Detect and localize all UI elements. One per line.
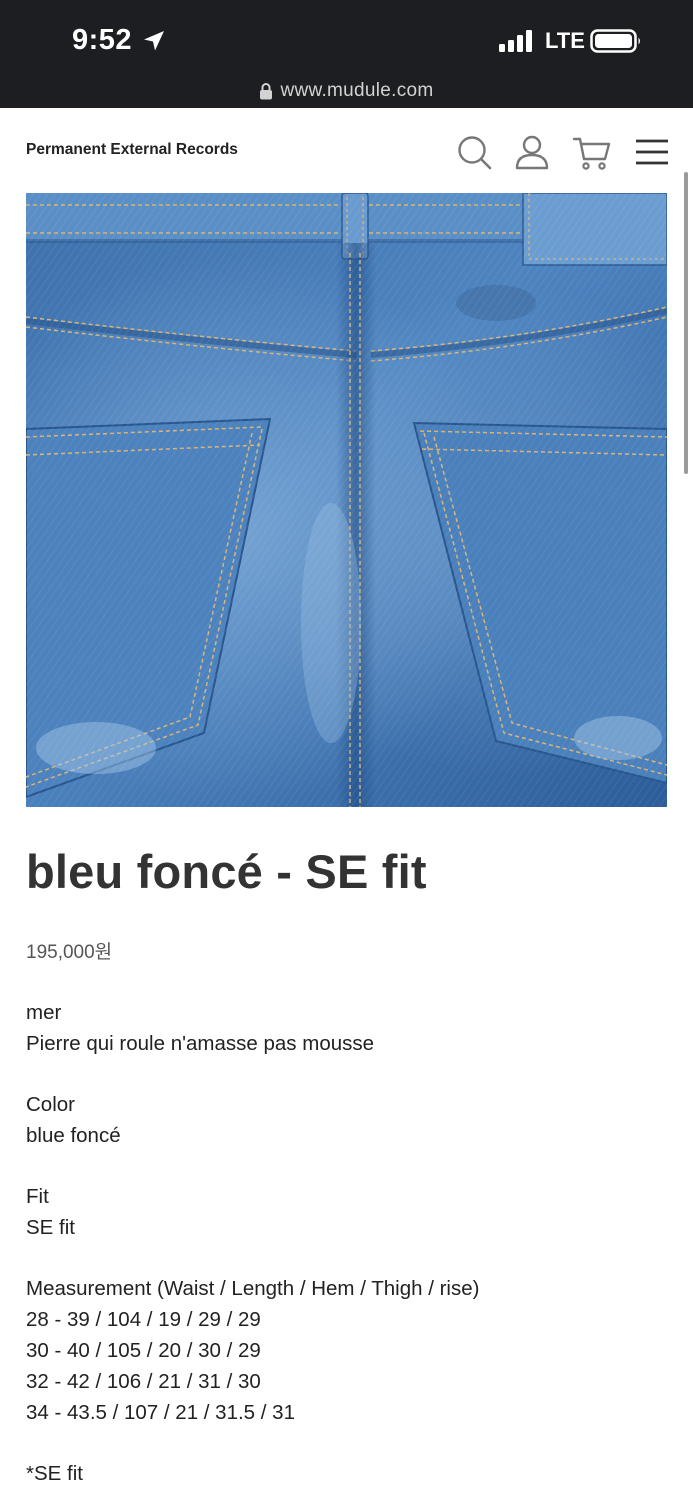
se-fit-label: *SE fit — [26, 1462, 83, 1485]
measurement-row: 28 - 39 / 104 / 19 / 29 / 29 — [26, 1308, 261, 1331]
measurement-row: 30 - 40 / 105 / 20 / 30 / 29 — [26, 1339, 261, 1362]
fit-value: SE fit — [26, 1216, 75, 1239]
description-series: mer Pierre qui roule n'amasse pas mousse — [26, 997, 666, 1059]
fit-label: Fit — [26, 1185, 49, 1208]
scrollbar[interactable] — [684, 172, 688, 474]
color-label: Color — [26, 1093, 75, 1116]
series-label: mer — [26, 1001, 62, 1024]
site-header: Permanent External Records — [0, 108, 693, 192]
product-price: 195,000원 — [26, 942, 113, 963]
lock-icon — [260, 83, 273, 100]
network-type: LTE — [545, 28, 585, 53]
cart-icon[interactable] — [572, 133, 612, 173]
color-value: blue foncé — [26, 1124, 121, 1147]
url-text: www.mudule.com — [280, 80, 434, 101]
tagline: Pierre qui roule n'amasse pas mousse — [26, 1032, 375, 1055]
status-bar: 9:52 LTE www.mudule.com — [0, 0, 693, 108]
battery-icon — [590, 29, 640, 53]
description-fit: Fit SE fit — [26, 1181, 666, 1243]
brand-name[interactable]: Permanent External Records — [26, 141, 238, 159]
description-color: Color blue foncé — [26, 1089, 666, 1151]
user-icon[interactable] — [512, 133, 552, 173]
status-time: 9:52 — [72, 24, 133, 56]
location-arrow-icon — [144, 31, 164, 51]
product-image[interactable] — [26, 193, 667, 807]
product-title: bleu foncé - SE fit — [26, 845, 427, 898]
address-bar[interactable]: www.mudule.com — [0, 78, 693, 104]
measurement-label: Measurement (Waist / Length / Hem / Thig… — [26, 1277, 480, 1300]
measurement-row: 32 - 42 / 106 / 21 / 31 / 30 — [26, 1370, 261, 1393]
menu-icon[interactable] — [632, 133, 672, 173]
description-measurements: Measurement (Waist / Length / Hem / Thig… — [26, 1273, 666, 1428]
description-se-fit: *SE fit — [26, 1458, 666, 1489]
cellular-signal-icon — [499, 30, 532, 52]
measurement-row: 34 - 43.5 / 107 / 21 / 31.5 / 31 — [26, 1401, 295, 1424]
search-icon[interactable] — [455, 133, 495, 173]
